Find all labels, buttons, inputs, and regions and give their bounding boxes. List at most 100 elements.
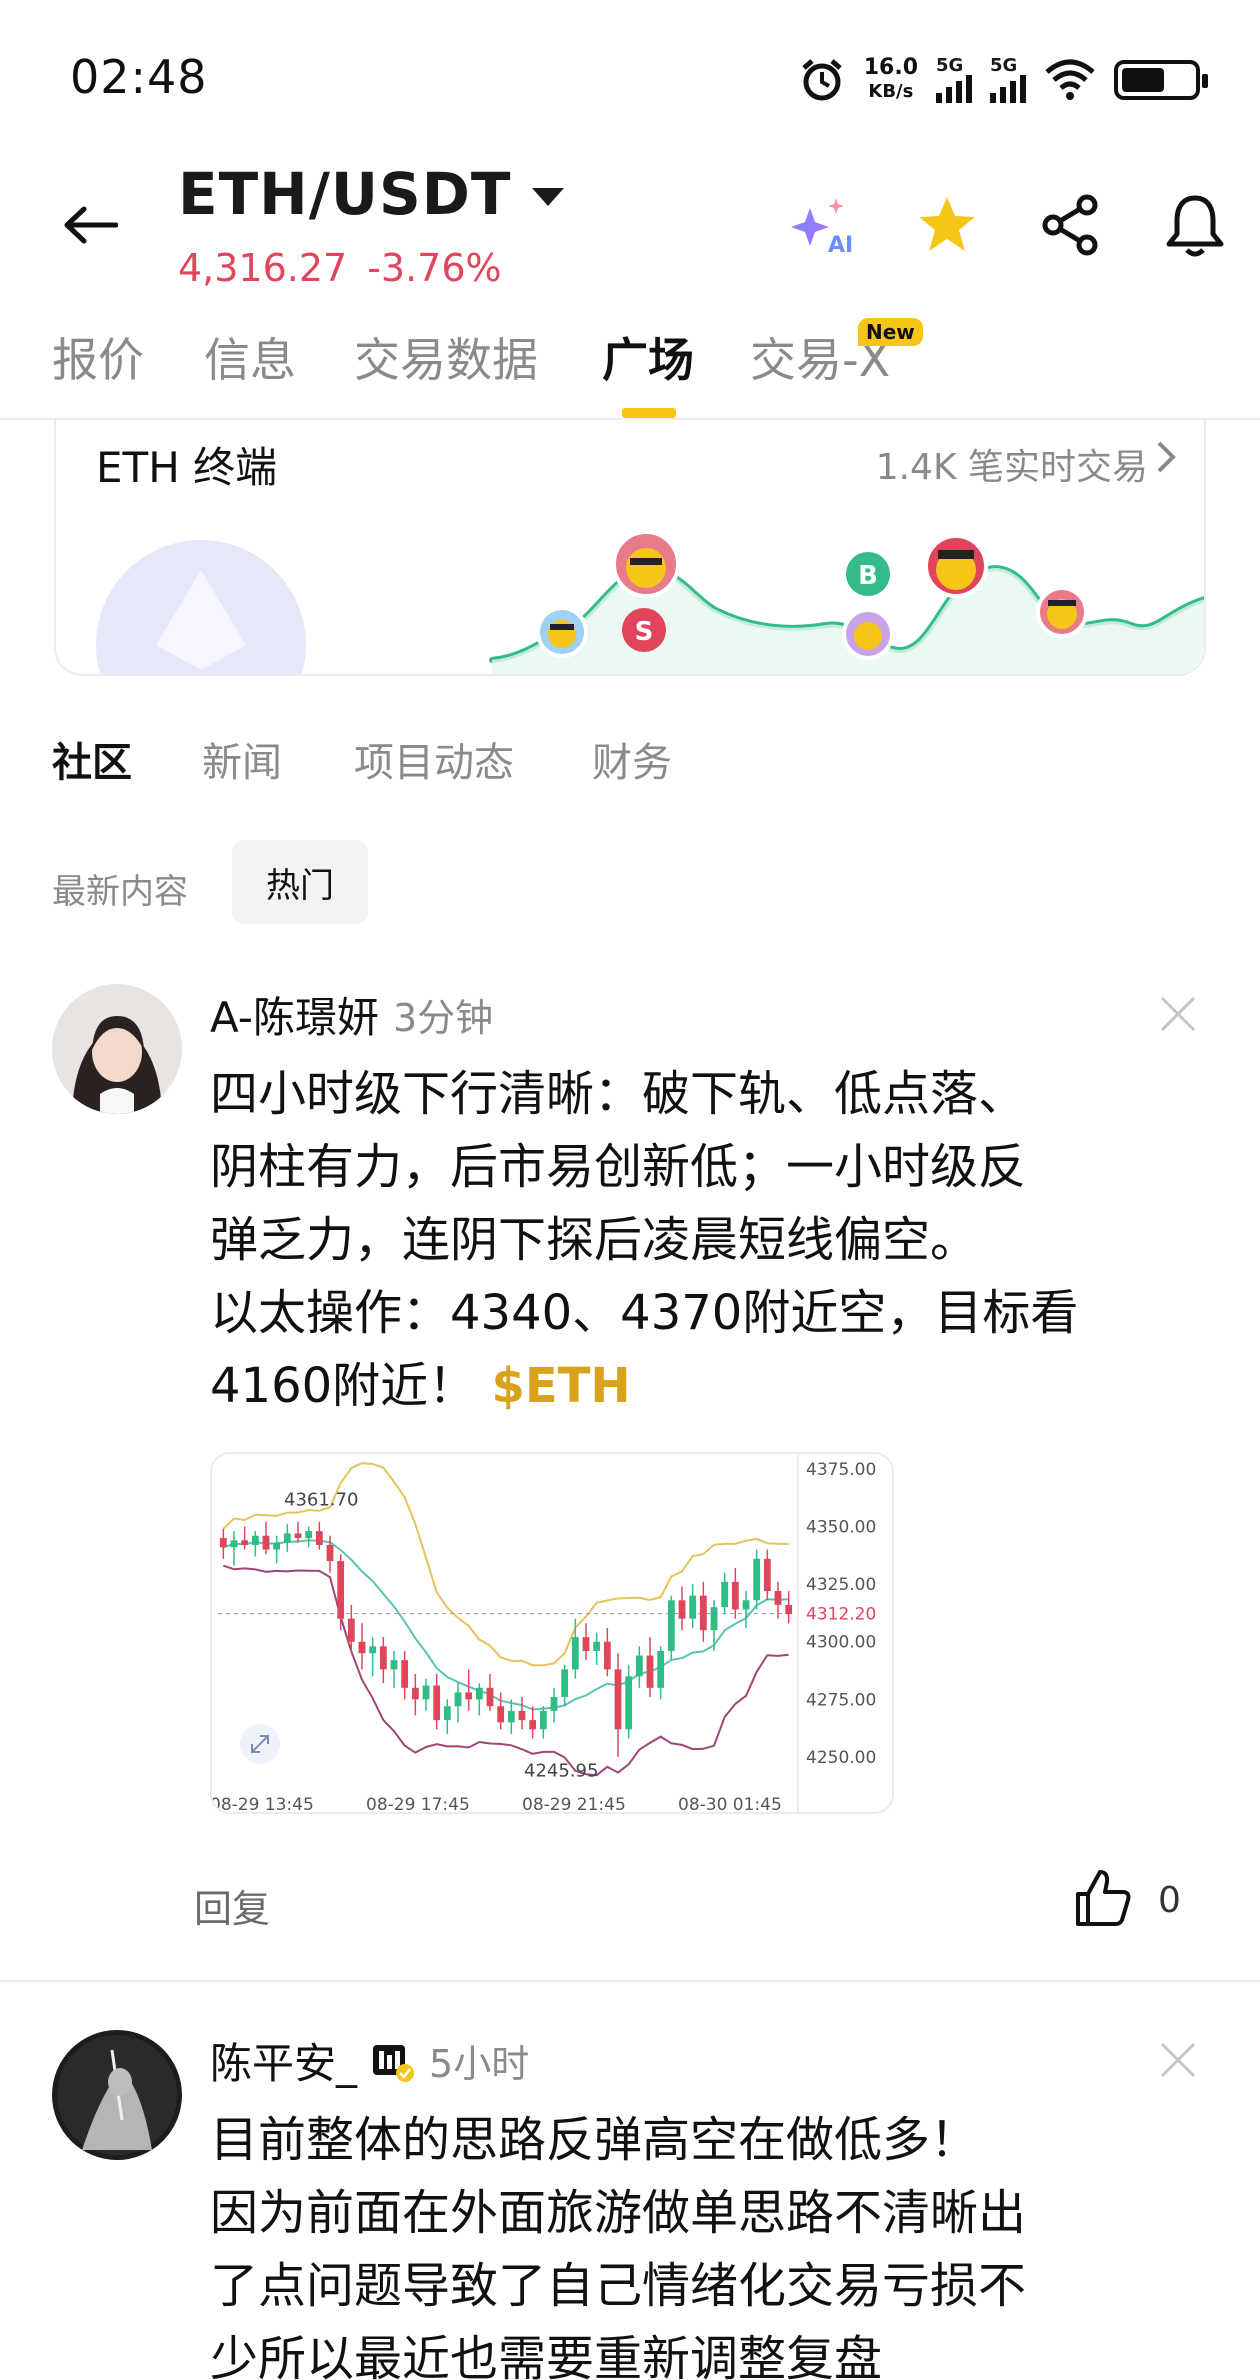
ticker-link[interactable]: $ETH bbox=[491, 1358, 630, 1414]
candle-body bbox=[305, 1531, 313, 1539]
candle-body bbox=[699, 1595, 707, 1631]
author-name[interactable]: 陈平安_ bbox=[210, 2030, 357, 2091]
candle-body bbox=[486, 1687, 494, 1707]
post-content: 四小时级下行清晰：破下轨、低点落、 阴柱有力，后市易创新低；一小时级反 弹乏力，… bbox=[210, 1058, 1200, 1423]
x-tick-label: 08-29 13:45 bbox=[212, 1795, 314, 1814]
svg-text:B: B bbox=[858, 561, 878, 591]
close-icon[interactable] bbox=[1156, 2038, 1200, 2082]
reply-button[interactable]: 回复 bbox=[194, 1878, 270, 1933]
arrow-left-icon bbox=[64, 206, 118, 244]
post-line: 少所以最近也需要重新调整复盘 bbox=[210, 2331, 883, 2380]
candle-body bbox=[433, 1685, 441, 1721]
tab-info[interactable]: 信息 bbox=[204, 324, 296, 390]
candle-body bbox=[294, 1533, 302, 1539]
speed-value: 16.0 bbox=[863, 55, 918, 80]
y-tick-label: 4300.00 bbox=[806, 1633, 876, 1653]
signal-2: 5G bbox=[990, 57, 1026, 103]
tab-square[interactable]: 广场 bbox=[602, 324, 694, 390]
high-annotation: 4361.70 bbox=[284, 1490, 358, 1511]
post-line: 弹乏力，连阴下探后凌晨短线偏空。 bbox=[210, 1212, 979, 1268]
terminal-title: ETH 终端 bbox=[96, 443, 278, 492]
back-button[interactable] bbox=[55, 190, 125, 260]
candle-body bbox=[326, 1544, 334, 1562]
candle-body bbox=[411, 1687, 419, 1700]
candle-body bbox=[774, 1591, 782, 1605]
share-button[interactable] bbox=[1036, 190, 1106, 260]
status-time: 02:48 bbox=[70, 50, 208, 104]
candle-body bbox=[219, 1538, 227, 1548]
candle-body bbox=[369, 1646, 377, 1654]
subtab-project-updates[interactable]: 项目动态 bbox=[354, 730, 514, 788]
main-tabs: 报价 信息 交易数据 广场 交易-X New bbox=[0, 318, 1260, 420]
like-count: 0 bbox=[1158, 1880, 1181, 1921]
speed-unit: KB/s bbox=[868, 81, 914, 102]
notification-button[interactable] bbox=[1160, 190, 1230, 260]
candle-body bbox=[443, 1706, 451, 1721]
y-tick-label: 4325.00 bbox=[806, 1575, 876, 1595]
subtab-community[interactable]: 社区 bbox=[52, 730, 132, 788]
candle-body bbox=[678, 1600, 686, 1619]
trader-avatar bbox=[924, 534, 988, 598]
header: ETH/USDT 4,316.27 -3.76% AI bbox=[0, 160, 1260, 300]
candle-body bbox=[635, 1655, 643, 1677]
x-tick-label: 08-30 01:45 bbox=[678, 1795, 782, 1814]
post-chart-image[interactable]: 4375.00 4350.00 4325.00 4312.20 4300.00 4275.… bbox=[210, 1452, 894, 1814]
subtab-news[interactable]: 新闻 bbox=[202, 730, 282, 788]
wifi-icon bbox=[1045, 59, 1095, 100]
x-tick-label: 08-29 17:45 bbox=[366, 1795, 470, 1814]
y-tick-label: 4375.00 bbox=[806, 1460, 876, 1480]
pair-selector[interactable]: ETH/USDT bbox=[178, 160, 564, 228]
favorite-button[interactable] bbox=[912, 190, 982, 260]
tab-trading-data[interactable]: 交易数据 bbox=[354, 324, 538, 390]
avatar[interactable] bbox=[52, 984, 182, 1114]
candle-body bbox=[401, 1660, 409, 1688]
candle-body bbox=[379, 1646, 387, 1670]
y-tick-label: 4312.20 bbox=[806, 1605, 876, 1625]
sub-tabs: 社区 新闻 项目动态 财务 bbox=[0, 730, 1260, 790]
candle-body bbox=[475, 1687, 483, 1700]
trader-avatar bbox=[1036, 586, 1088, 638]
signal-1-label: 5G bbox=[936, 55, 964, 76]
candle-body bbox=[646, 1655, 654, 1688]
candle-body bbox=[731, 1581, 739, 1610]
pair-title: ETH/USDT bbox=[178, 160, 512, 228]
status-bar: 02:48 16.0 KB/s 5G 5G bbox=[0, 0, 1260, 160]
star-icon bbox=[919, 197, 975, 251]
filter-hot[interactable]: 热门 bbox=[232, 840, 368, 924]
candle-body bbox=[742, 1600, 750, 1610]
tab-quote[interactable]: 报价 bbox=[52, 324, 144, 390]
expand-icon[interactable] bbox=[240, 1724, 280, 1764]
thumbs-up-icon[interactable] bbox=[1070, 1866, 1134, 1930]
avatar[interactable] bbox=[52, 2030, 182, 2160]
author-name[interactable]: A-陈璟妍 bbox=[210, 984, 379, 1045]
candle-body bbox=[561, 1669, 569, 1698]
candle-body bbox=[614, 1669, 622, 1730]
candle-body bbox=[315, 1531, 323, 1545]
y-tick-label: 4275.00 bbox=[806, 1690, 876, 1710]
candle-body bbox=[667, 1600, 675, 1651]
close-icon[interactable] bbox=[1156, 992, 1200, 1036]
candle-body bbox=[390, 1660, 398, 1670]
network-speed: 16.0 KB/s bbox=[864, 56, 918, 104]
terminal-card[interactable]: S B ETH 终端 1.4K 笔实时交易 bbox=[54, 420, 1206, 676]
candle-body bbox=[571, 1637, 579, 1670]
subtab-finance[interactable]: 财务 bbox=[592, 730, 672, 788]
post-line: 阴柱有力，后市易创新低；一小时级反 bbox=[210, 1139, 1027, 1195]
candle-body bbox=[518, 1710, 526, 1721]
status-icons: 16.0 KB/s 5G 5G bbox=[798, 50, 1208, 110]
filter-latest[interactable]: 最新内容 bbox=[52, 864, 188, 913]
post-time: 3分钟 bbox=[392, 996, 494, 1040]
candle-body bbox=[230, 1540, 238, 1548]
candle-body bbox=[539, 1710, 547, 1730]
low-annotation: 4245.95 bbox=[524, 1760, 598, 1781]
candle-body bbox=[529, 1720, 537, 1730]
trader-avatar bbox=[612, 530, 680, 598]
post-line-text: 4160附近！ bbox=[210, 1358, 477, 1414]
svg-text:S: S bbox=[635, 617, 654, 647]
x-tick-label: 08-29 21:45 bbox=[522, 1795, 626, 1814]
candle-body bbox=[721, 1581, 729, 1608]
signal-bars-icon bbox=[936, 75, 972, 103]
terminal-trades[interactable]: 1.4K 笔实时交易 bbox=[876, 438, 1148, 490]
ai-button[interactable]: AI bbox=[788, 190, 858, 260]
ai-label: AI bbox=[828, 233, 853, 258]
